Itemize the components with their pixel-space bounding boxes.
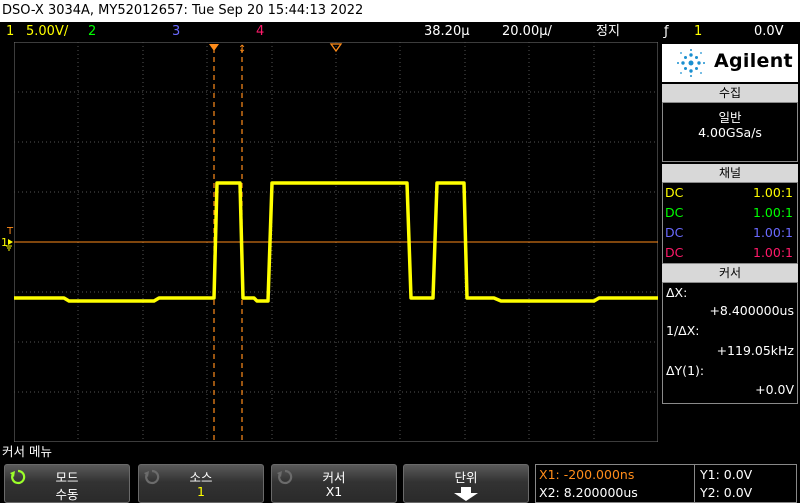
ch2-probe: 1.00:1 (753, 205, 793, 220)
trigger-source: 1 (694, 24, 703, 39)
menu-title: 커서 메뉴 (0, 442, 800, 462)
time-position: 38.20µ (424, 24, 470, 39)
readout-divider (694, 465, 695, 502)
time-scale: 20.00µ/ (502, 24, 552, 39)
ch1-probe: 1.00:1 (753, 185, 793, 200)
cursor-measure-box[interactable]: ΔX: +8.400000us 1/ΔX: +119.05kHz ΔY(1): … (662, 282, 798, 404)
submenu-arrow-icon (454, 487, 478, 501)
ch4-coupling: DC (665, 245, 684, 260)
sample-rate: 4.00GSa/s (698, 125, 762, 140)
status-bar: 1 5.00V/ 2 3 4 38.20µ 20.00µ/ 정지 ƒ 1 0.0… (0, 22, 800, 42)
ch1-number[interactable]: 1 (6, 22, 14, 42)
acquisition-header: 수집 (662, 84, 798, 102)
mode-softkey-value: 수동 (55, 487, 79, 502)
cursor-x2-marker-icon[interactable]: ↕ (238, 44, 246, 55)
brand-name: Agilent (714, 50, 793, 72)
acquisition-mode: 일반 (718, 110, 742, 125)
acquisition-box[interactable]: 일반 4.00GSa/s (662, 102, 798, 162)
ch4-number[interactable]: 4 (256, 22, 264, 42)
side-panel: Agilent 수집 일반 4.00GSa/s 채널 DC 1.00:1 DC … (660, 42, 800, 442)
cursor-x2-readout: X2: 8.200000us (539, 485, 638, 500)
inverse-delta-x-label: 1/ΔX: (666, 323, 700, 338)
delta-y-label-text: ΔY(1): (666, 363, 705, 378)
ch2-number[interactable]: 2 (88, 22, 96, 42)
delta-y-value: +0.0V (755, 382, 794, 397)
ch3-probe: 1.00:1 (753, 225, 793, 240)
delta-y-label: ΔY(1): (666, 363, 704, 378)
delta-x-value: +8.400000us (709, 303, 794, 318)
agilent-spark-icon (677, 49, 705, 77)
cursor-y1-readout: Y1: 0.0V (700, 467, 753, 482)
delta-x-label: ΔX: (666, 285, 688, 300)
brand-logo: Agilent (662, 44, 798, 82)
run-state: 정지 (596, 24, 620, 39)
cursor-softkey[interactable]: 커서 X1 (271, 464, 397, 503)
ch3-coupling: DC (665, 225, 684, 240)
ch3-number[interactable]: 3 (172, 22, 180, 42)
cursor-readout-box: X1: -200.000ns X2: 8.200000us Y1: 0.0V Y… (535, 464, 797, 503)
channel-box[interactable]: DC 1.00:1 DC 1.00:1 DC 1.00:1 DC 1.00:1 (662, 182, 798, 264)
source-softkey-value: 1 (197, 484, 205, 499)
inverse-delta-x-value: +119.05kHz (716, 343, 794, 358)
softkey-bar: 모드 수동 소스 1 커서 X1 단위 X1: -200.000ns X2: 8… (0, 462, 800, 503)
cursor-softkey-value: X1 (325, 484, 343, 499)
ch1-coupling: DC (665, 185, 684, 200)
cursor-x1-readout: X1: -200.000ns (539, 467, 635, 482)
ch1-scale[interactable]: 5.00V/ (26, 22, 68, 42)
trigger-level: 0.0V (754, 24, 784, 39)
waveform-display[interactable]: ↕ (14, 42, 658, 442)
window-title: DSO-X 3034A, MY52012657: Tue Sep 20 15:4… (0, 0, 800, 22)
cursor-y2-readout: Y2: 0.0V (700, 485, 753, 500)
ground-icon (6, 239, 13, 251)
ch2-coupling: DC (665, 205, 684, 220)
source-softkey[interactable]: 소스 1 (138, 464, 264, 503)
trigger-edge-icon: ƒ (664, 24, 669, 39)
units-softkey[interactable]: 단위 (403, 464, 529, 503)
channel-header: 채널 (662, 164, 798, 182)
ch4-probe: 1.00:1 (753, 245, 793, 260)
mode-softkey[interactable]: 모드 수동 (4, 464, 130, 503)
units-softkey-label: 단위 (454, 470, 478, 485)
cursor-header: 커서 (662, 264, 798, 282)
